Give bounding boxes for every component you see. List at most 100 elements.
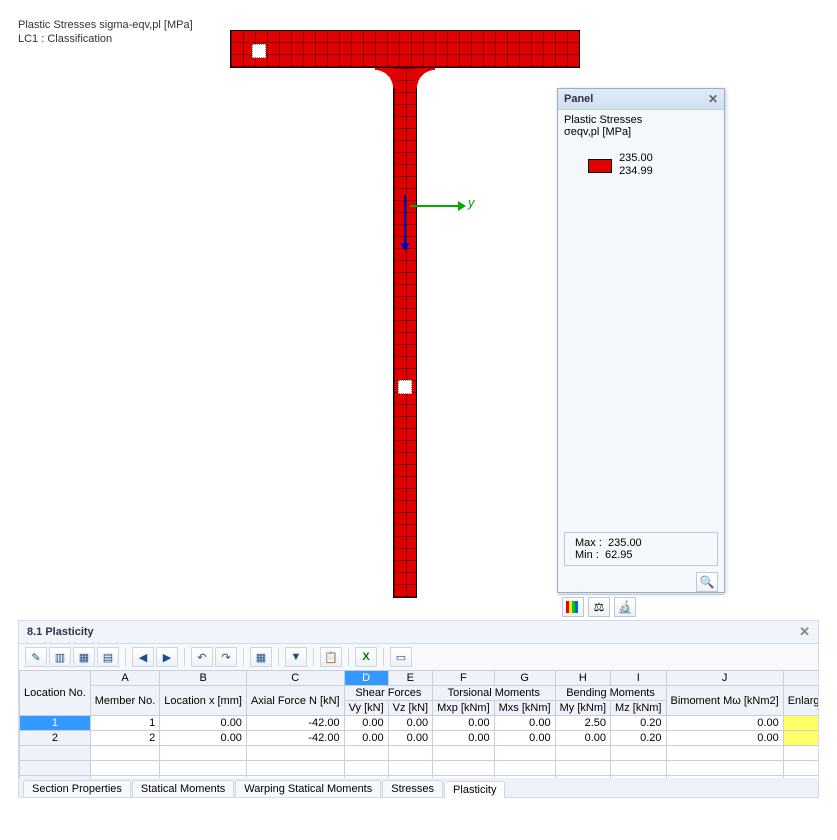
cell-vz[interactable]: 0.00 [388,716,432,731]
header-bending-moments[interactable]: Bending Moments [555,686,666,701]
header-my[interactable]: My [kNm] [555,701,610,716]
results-table-section: 8.1 Plasticity ✕ ✎ ▥ ▦ ▤ ◀ ▶ ↶ ↷ ▦ ▼ 📋 X… [18,620,819,798]
colorscale-icon[interactable] [562,597,584,617]
col-I[interactable]: I [611,671,666,686]
tool-undo-icon[interactable]: ↶ [191,647,213,667]
tool-filter-icon[interactable]: ▼ [285,647,307,667]
cell-alpha[interactable]: 8.62 [783,731,819,746]
col-A[interactable]: A [90,671,160,686]
tool-copy-icon[interactable]: 📋 [320,647,342,667]
max-value: 235.00 [608,537,642,549]
col-C[interactable]: C [246,671,344,686]
tool-excel-icon[interactable]: X [355,647,377,667]
col-G[interactable]: G [494,671,555,686]
table-row-empty [20,746,820,761]
header-axial-force[interactable]: Axial Force N [kN] [246,686,344,716]
header-location-no[interactable]: Location No. [20,671,91,716]
min-value: 62.95 [605,549,633,561]
tool-calc-icon[interactable]: ▭ [390,647,412,667]
web-plate [393,68,417,598]
max-label: Max : [575,537,602,549]
microscope-icon[interactable]: 🔬 [614,597,636,617]
header-bimoment[interactable]: Bimoment Mω [kNm2] [666,686,783,716]
header-shear-forces[interactable]: Shear Forces [344,686,433,701]
tool-redo-icon[interactable]: ↷ [215,647,237,667]
zoom-icon[interactable]: 🔍 [696,572,718,592]
cell-mxs[interactable]: 0.00 [494,731,555,746]
column-letters-row: Location No. A B C D E F G H I J K L [20,671,820,686]
tool-edit-icon[interactable]: ✎ [25,647,47,667]
cell-x[interactable]: 0.00 [160,716,247,731]
header-vz[interactable]: Vz [kN] [388,701,432,716]
stress-patch [398,380,412,394]
tool-grid-icon[interactable]: ▦ [250,647,272,667]
header-enlargement[interactable]: Enlargement Factor αplast [783,686,819,716]
legend-color-swatch [588,159,612,173]
tab-plasticity[interactable]: Plasticity [444,781,505,798]
table-title: 8.1 Plasticity [27,626,94,638]
col-D[interactable]: D [344,671,388,686]
col-B[interactable]: B [160,671,247,686]
cell-n[interactable]: -42.00 [246,716,344,731]
tab-statical-moments[interactable]: Statical Moments [132,780,234,797]
cell-mz[interactable]: 0.20 [611,716,666,731]
tool-prev-icon[interactable]: ◀ [132,647,154,667]
col-H[interactable]: H [555,671,610,686]
col-K[interactable]: K [783,671,819,686]
cell-n[interactable]: -42.00 [246,731,344,746]
col-E[interactable]: E [388,671,432,686]
table-row-empty [20,761,820,776]
close-icon[interactable]: ✕ [708,92,718,106]
tool-columns-icon[interactable]: ▤ [97,647,119,667]
table-row[interactable]: 110.00-42.000.000.000.000.002.500.200.00… [20,716,820,731]
cell-mxp[interactable]: 0.00 [433,716,495,731]
stress-patch [252,44,266,58]
tab-stresses[interactable]: Stresses [382,780,443,797]
close-icon[interactable]: ✕ [799,624,810,640]
cell-mw[interactable]: 0.00 [666,716,783,731]
table-row[interactable]: 220.00-42.000.000.000.000.000.000.200.00… [20,731,820,746]
cell-mxp[interactable]: 0.00 [433,731,495,746]
cell-mxs[interactable]: 0.00 [494,716,555,731]
tool-next-icon[interactable]: ▶ [156,647,178,667]
axis-z-arrow [404,195,406,245]
table-toolbar: ✎ ▥ ▦ ▤ ◀ ▶ ↶ ↷ ▦ ▼ 📋 X ▭ [18,643,819,670]
cell-x[interactable]: 0.00 [160,731,247,746]
row-header[interactable]: 2 [20,731,91,746]
grid-scroll-area[interactable]: Location No. A B C D E F G H I J K L Mem… [18,670,819,778]
col-J[interactable]: J [666,671,783,686]
flange-plate [230,30,580,68]
cell-my[interactable]: 2.50 [555,716,610,731]
header-mz[interactable]: Mz [kNm] [611,701,666,716]
cell-mz[interactable]: 0.20 [611,731,666,746]
header-mxp[interactable]: Mxp [kNm] [433,701,495,716]
cell-member[interactable]: 2 [90,731,160,746]
cell-vy[interactable]: 0.00 [344,716,388,731]
legend-panel[interactable]: Panel ✕ Plastic Stresses σeqv,pl [MPa] 2… [557,88,725,593]
tab-warping-statical-moments[interactable]: Warping Statical Moments [235,780,381,797]
results-grid[interactable]: Location No. A B C D E F G H I J K L Mem… [19,670,819,778]
header-member-no[interactable]: Member No. [90,686,160,716]
header-location-x[interactable]: Location x [mm] [160,686,247,716]
tab-section-properties[interactable]: Section Properties [23,780,131,797]
table-titlebar[interactable]: 8.1 Plasticity ✕ [18,620,819,643]
header-mxs[interactable]: Mxs [kNm] [494,701,555,716]
col-F[interactable]: F [433,671,495,686]
header-torsional-moments[interactable]: Torsional Moments [433,686,556,701]
cell-member[interactable]: 1 [90,716,160,731]
cell-mw[interactable]: 0.00 [666,731,783,746]
viewport-label-1: Plastic Stresses sigma-eqv,pl [MPa] [18,18,193,32]
cell-my[interactable]: 0.00 [555,731,610,746]
table-tabs: Section PropertiesStatical MomentsWarpin… [18,778,819,798]
panel-titlebar[interactable]: Panel ✕ [558,89,724,110]
row-header[interactable]: 1 [20,716,91,731]
tool-table-icon[interactable]: ▦ [73,647,95,667]
panel-title-text: Panel [564,93,593,105]
tool-insert-row-icon[interactable]: ▥ [49,647,71,667]
header-vy[interactable]: Vy [kN] [344,701,388,716]
legend-bottom-value: 234.99 [619,165,653,178]
cell-alpha[interactable]: 5.41 [783,716,819,731]
cell-vy[interactable]: 0.00 [344,731,388,746]
balance-icon[interactable]: ⚖ [588,597,610,617]
cell-vz[interactable]: 0.00 [388,731,432,746]
